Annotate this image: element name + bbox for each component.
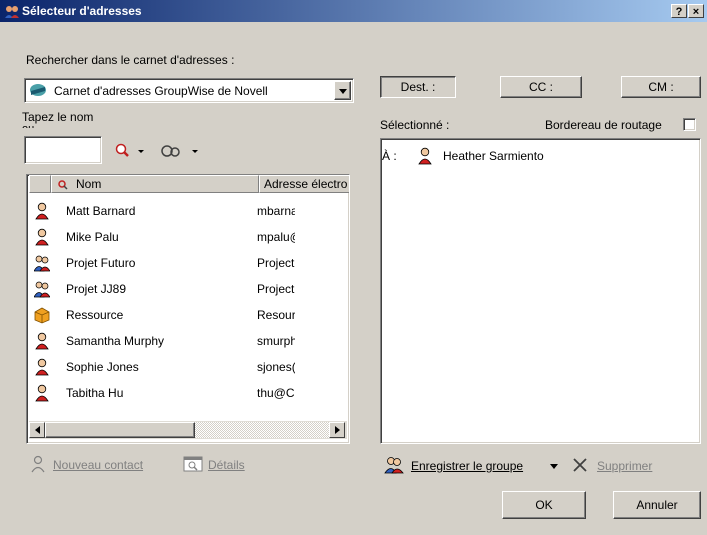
user-icon — [418, 147, 432, 165]
contact-address: Project — [257, 282, 295, 296]
selected-label: Sélectionné : — [380, 118, 450, 132]
delete-button[interactable]: Supprimer — [572, 456, 672, 478]
close-icon — [573, 458, 587, 472]
new-contact-icon — [31, 455, 45, 473]
group-icon — [34, 281, 50, 298]
icon-column-header[interactable] — [29, 175, 51, 193]
contact-address: mbarna — [257, 204, 295, 218]
chevron-down-icon — [339, 89, 347, 94]
contact-list[interactable]: Nom Adresse électro Matt Barnard mbarna Mi… — [26, 174, 350, 444]
name-filter-label: Tapez le nom — [22, 110, 94, 124]
cancel-button[interactable]: Annuler — [613, 491, 701, 519]
address-selector-icon — [5, 6, 19, 18]
contact-row[interactable]: Samantha Murphy smurph — [29, 328, 295, 354]
contact-name: Samantha Murphy — [66, 334, 165, 348]
address-column-header[interactable]: Adresse électro — [259, 175, 349, 193]
address-book-value: Carnet d'adresses GroupWise de Novell — [54, 84, 268, 98]
contact-name: Projet JJ89 — [66, 282, 127, 296]
contact-name: Ressource — [66, 308, 124, 322]
contact-address: sjones( — [257, 360, 295, 374]
bc-button[interactable]: CM : — [621, 76, 701, 98]
contact-address: smurph — [257, 334, 295, 348]
contact-row[interactable]: Matt Barnard mbarna — [29, 198, 295, 224]
scroll-track — [195, 422, 330, 438]
contact-name: Tabitha Hu — [66, 386, 124, 400]
user-icon — [35, 358, 49, 376]
contact-row[interactable]: Ressource Resour — [29, 302, 295, 328]
contact-row[interactable]: Projet Futuro Project — [29, 250, 295, 276]
resource-icon — [34, 307, 50, 324]
close-button[interactable]: × — [688, 4, 704, 18]
user-icon — [35, 202, 49, 220]
name-filter-input[interactable] — [24, 136, 102, 164]
name-column-header[interactable]: Nom — [51, 175, 259, 193]
horizontal-scrollbar[interactable] — [29, 421, 347, 439]
details-icon — [183, 456, 203, 472]
contact-address: Resour — [257, 308, 295, 322]
contact-name: Mike Palu — [66, 230, 119, 244]
arrow-right-icon — [335, 426, 340, 434]
name-filter-label-overflow: ou — [22, 123, 34, 128]
search-options-icon[interactable] — [160, 143, 202, 159]
address-book-icon — [30, 84, 46, 96]
sort-search-icon — [58, 180, 68, 190]
scroll-left-button[interactable] — [29, 422, 45, 438]
contact-address: Project — [257, 256, 295, 270]
to-button[interactable]: Dest. : — [380, 76, 456, 98]
contact-name: Projet Futuro — [66, 256, 136, 270]
help-button[interactable]: ? — [671, 4, 687, 18]
arrow-left-icon — [35, 426, 40, 434]
user-icon — [35, 384, 49, 402]
title-bar[interactable]: Sélecteur d'adresses ? × — [0, 0, 707, 22]
selected-item[interactable]: À : Heather Sarmiento — [382, 147, 682, 167]
routing-slip-checkbox[interactable] — [683, 118, 696, 131]
ok-button[interactable]: OK — [502, 491, 586, 519]
contact-name: Sophie Jones — [66, 360, 139, 374]
user-icon — [35, 332, 49, 350]
contact-address: mpalu@ — [257, 230, 295, 244]
group-icon — [384, 457, 404, 474]
contact-row[interactable]: Mike Palu mpalu@ — [29, 224, 295, 250]
contact-row[interactable]: Tabitha Hu thu@C — [29, 380, 295, 406]
contact-row[interactable]: Projet JJ89 Project — [29, 276, 295, 302]
contact-row[interactable]: Sophie Jones sjones( — [29, 354, 295, 380]
cc-button[interactable]: CC : — [500, 76, 582, 98]
contact-name: Matt Barnard — [66, 204, 136, 218]
selected-item-name: Heather Sarmiento — [443, 149, 544, 163]
selected-item-prefix: À : — [382, 149, 397, 163]
chevron-down-icon — [550, 464, 558, 469]
scroll-right-button[interactable] — [329, 422, 345, 438]
scroll-thumb[interactable] — [45, 422, 195, 438]
dropdown-arrow-button[interactable] — [334, 81, 351, 100]
search-icon[interactable] — [114, 143, 146, 159]
user-icon — [35, 228, 49, 246]
save-group-button[interactable]: Enregistrer le groupe — [384, 456, 564, 478]
routing-slip-label: Bordereau de routage — [545, 118, 662, 132]
contact-address: thu@C — [257, 386, 295, 400]
window-title: Sélecteur d'adresses — [22, 4, 142, 18]
search-in-label: Rechercher dans le carnet d'adresses : — [26, 53, 235, 67]
address-book-dropdown[interactable]: Carnet d'adresses GroupWise de Novell — [24, 78, 354, 103]
group-icon — [34, 255, 50, 272]
selected-list[interactable]: À : Heather Sarmiento — [380, 138, 701, 444]
